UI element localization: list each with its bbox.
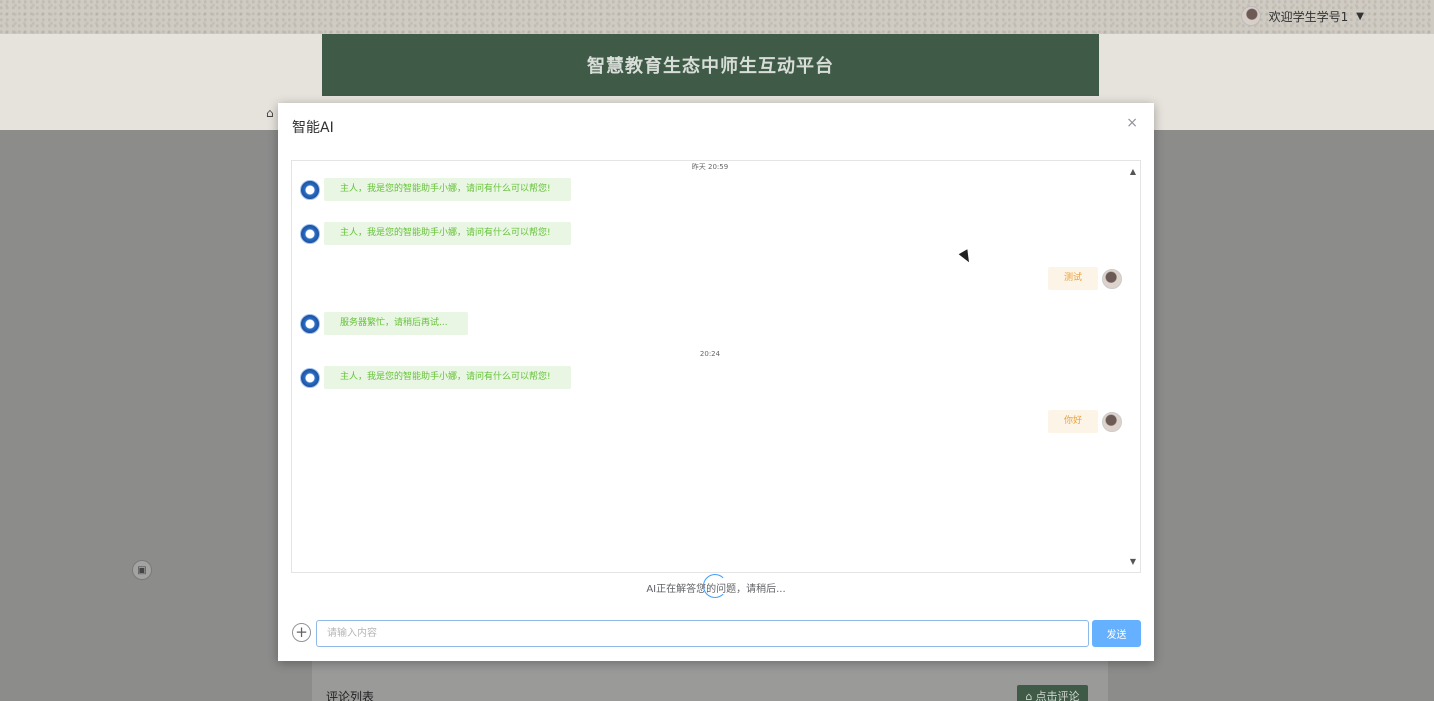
ai-chat-dialog: 智能AI × ▲ 昨天 20:59 主人，我是您的智能助手小娜，请问有什么可以帮… [278,103,1154,661]
welcome-text: 欢迎学生学号1 [1268,9,1349,24]
user-message: 测试 [1047,267,1122,290]
bot-avatar-icon [300,313,320,334]
comment-card [312,661,1108,701]
comment-list-title: 评论列表 [326,690,375,701]
bot-message-text: 主人，我是您的智能助手小娜，请问有什么可以帮您! [324,366,571,389]
avatar [1102,268,1122,289]
timestamp: 昨天 20:59 [691,163,729,171]
bot-avatar-icon [300,223,320,244]
close-icon[interactable]: × [1126,115,1138,131]
message-input[interactable] [316,620,1089,647]
user-message-text: 测试 [1047,267,1098,290]
bot-message: 主人，我是您的智能助手小娜，请问有什么可以帮您! [300,178,571,201]
bot-message-text: 主人，我是您的智能助手小娜，请问有什么可以帮您! [324,222,571,245]
bot-message: 服务器繁忙，请稍后再试... [300,312,468,335]
user-menu[interactable]: 欢迎学生学号1 ▼ [1240,4,1364,28]
scroll-up-icon[interactable]: ▲ [1130,167,1136,176]
site-title: 智慧教育生态中师生互动平台 [587,56,834,77]
floating-chat-icon[interactable]: ▣ [132,560,152,580]
avatar [1240,6,1261,26]
bot-message: 主人，我是您的智能助手小娜，请问有什么可以帮您! [300,222,571,245]
chevron-down-icon: ▼ [1356,10,1364,22]
loading-spinner-icon [703,574,727,598]
bot-avatar-icon [300,179,320,200]
dialog-title: 智能AI [292,120,334,136]
chat-history[interactable]: ▲ 昨天 20:59 主人，我是您的智能助手小娜，请问有什么可以帮您! 主人，我… [291,160,1141,573]
user-message-text: 你好 [1047,410,1098,433]
bot-avatar-icon [300,367,320,388]
bot-message-text: 服务器繁忙，请稍后再试... [324,312,468,335]
avatar [1102,411,1122,432]
add-comment-label: 点击评论 [1035,690,1080,701]
timestamp: 20:24 [699,350,721,358]
send-button[interactable]: 发送 [1092,620,1141,647]
add-attachment-button[interactable]: + [292,623,311,642]
home-icon: ⌂ [1025,689,1033,701]
user-message: 你好 [1047,410,1122,433]
add-comment-button[interactable]: ⌂ 点击评论 [1017,685,1088,701]
scroll-down-icon[interactable]: ▼ [1130,557,1136,566]
site-banner: 智慧教育生态中师生互动平台 [322,34,1099,96]
bot-message-text: 主人，我是您的智能助手小娜，请问有什么可以帮您! [324,178,571,201]
bot-message: 主人，我是您的智能助手小娜，请问有什么可以帮您! [300,366,571,389]
home-icon[interactable]: ⌂ [266,106,274,120]
top-bar: 欢迎学生学号1 ▼ [0,0,1434,34]
